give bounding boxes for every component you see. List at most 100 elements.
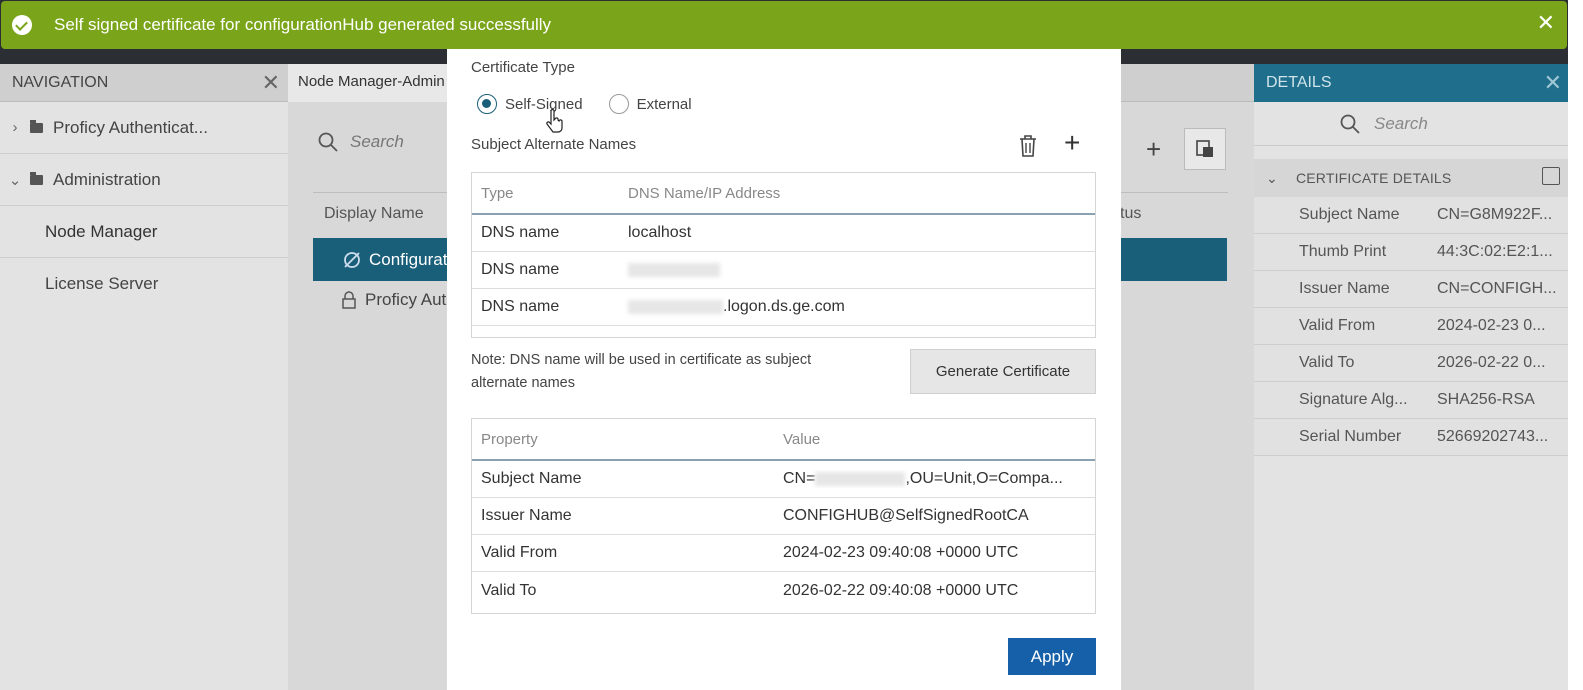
detail-row: Valid From 2024-02-23 0... [1254, 308, 1568, 345]
table-row-partial[interactable] [472, 326, 1095, 337]
generate-certificate-button[interactable]: Generate Certificate [910, 349, 1096, 394]
detail-value: 44:3C:02:E2:1... [1437, 243, 1553, 260]
nav-item-label: Node Manager [45, 221, 158, 241]
search-box[interactable]: Search [318, 132, 404, 152]
external-link-icon[interactable] [1542, 167, 1560, 185]
cell-dns [628, 261, 1095, 279]
radio-external-label[interactable]: External [637, 96, 692, 113]
navigation-header: NAVIGATION ✕ [0, 64, 288, 102]
navigation-panel: NAVIGATION ✕ › Proficy Authenticat... ⌄ … [0, 64, 288, 690]
detail-value: 2026-02-22 0... [1437, 354, 1546, 371]
search-input[interactable]: Search [1374, 114, 1428, 134]
cell-value: CN= ,OU=Unit,O=Compa... [783, 470, 1095, 488]
nav-item-node-manager[interactable]: Node Manager [0, 206, 288, 258]
close-icon[interactable]: ✕ [1544, 70, 1562, 96]
view-toggle-button[interactable] [1184, 128, 1226, 170]
detail-key: Valid To [1299, 354, 1355, 371]
cell-dns: .logon.ds.ge.com [628, 298, 1095, 316]
detail-key: Thumb Print [1299, 243, 1387, 260]
trash-icon[interactable] [1017, 134, 1039, 163]
dns-suffix: .logon.ds.ge.com [723, 298, 845, 315]
banner-message: Self signed certificate for configuratio… [54, 15, 552, 34]
tab-node-manager[interactable]: Node Manager-Admin [288, 64, 455, 102]
detail-value: SHA256-RSA [1437, 391, 1535, 408]
cell-value: 2026-02-22 09:40:08 +0000 UTC [783, 581, 1019, 599]
success-banner: Self signed certificate for configuratio… [1, 1, 1567, 49]
close-icon[interactable]: ✕ [262, 70, 280, 96]
subject-alternate-names-table: Type DNS Name/IP Address DNS name localh… [471, 172, 1096, 338]
chevron-down-icon[interactable]: ⌄ [1266, 170, 1278, 187]
detail-key: Issuer Name [1299, 280, 1390, 297]
details-header: DETAILS ✕ [1254, 64, 1568, 102]
radio-external[interactable] [608, 94, 629, 114]
certificate-type-radio-group: Self-Signed External [477, 94, 692, 114]
apply-button[interactable]: Apply [1008, 638, 1096, 675]
nav-item-administration[interactable]: ⌄ Administration [0, 154, 288, 206]
detail-key: Signature Alg... [1299, 391, 1408, 408]
chevron-down-icon[interactable]: ⌄ [0, 171, 30, 189]
table-header: Property Value [472, 419, 1095, 461]
detail-row: Thumb Print 44:3C:02:E2:1... [1254, 234, 1568, 271]
table-row[interactable]: DNS name .logon.ds.ge.com [472, 289, 1095, 326]
detail-value: 2024-02-23 0... [1437, 317, 1546, 334]
hand-cursor-icon [546, 109, 563, 133]
column-header-property: Property [481, 430, 538, 448]
column-header-display-name[interactable]: Display Name [324, 205, 424, 223]
table-row[interactable]: Proficy Aut [341, 290, 446, 310]
detail-key: Valid From [1299, 317, 1376, 334]
radio-self-signed[interactable] [477, 94, 497, 114]
nav-item-license-server[interactable]: License Server [0, 258, 288, 310]
certificate-type-label: Certificate Type [471, 59, 575, 76]
certificate-dialog: Certificate Type Self-Signed External Su… [447, 49, 1121, 690]
section-title: CERTIFICATE DETAILS [1295, 170, 1452, 186]
add-icon[interactable]: + [1064, 129, 1080, 157]
window-edge [1568, 0, 1583, 690]
column-header-status[interactable]: tus [1120, 205, 1141, 223]
note-text: Note: DNS name will be used in certifica… [471, 352, 812, 391]
column-header-type: Type [481, 184, 514, 202]
copy-icon [1196, 140, 1213, 157]
details-title: DETAILS [1266, 74, 1332, 91]
nav-item-proficy-authentication[interactable]: › Proficy Authenticat... [0, 102, 288, 154]
close-icon[interactable]: ✕ [1537, 11, 1555, 35]
table-header: Type DNS Name/IP Address [472, 173, 1095, 215]
nav-item-label: Administration [53, 169, 161, 189]
row-label: Configurat [369, 249, 448, 269]
redacted-hostname [628, 299, 723, 314]
detail-row: Issuer Name CN=CONFIGH... [1254, 271, 1568, 308]
details-panel: DETAILS ✕ Search ⌄ CERTIFICATE DETAILS S… [1254, 64, 1568, 690]
detail-row: Signature Alg... SHA256-RSA [1254, 382, 1568, 419]
navigation-title: NAVIGATION [12, 73, 109, 91]
chevron-right-icon[interactable]: › [0, 119, 30, 136]
certificate-details-section[interactable]: ⌄ CERTIFICATE DETAILS [1254, 159, 1568, 197]
table-row: Subject Name CN= ,OU=Unit,O=Compa... [472, 461, 1095, 498]
detail-key: Serial Number [1299, 428, 1402, 445]
table-row[interactable]: DNS name localhost [472, 215, 1095, 252]
radio-self-signed-label[interactable]: Self-Signed [505, 96, 583, 113]
cell-property: Valid From [481, 544, 558, 561]
cell-type: DNS name [481, 224, 560, 241]
cell-type: DNS name [481, 261, 560, 278]
column-header-value: Value [783, 430, 821, 448]
table-row[interactable]: DNS name [472, 252, 1095, 289]
folder-icon [30, 171, 43, 185]
cell-property: Issuer Name [481, 507, 572, 524]
detail-row: Serial Number 52669202743... [1254, 419, 1568, 456]
table-row: Issuer Name CONFIGHUB@SelfSignedRootCA [472, 498, 1095, 535]
cell-value: CONFIGHUB@SelfSignedRootCA [783, 507, 1029, 524]
column-header-dns: DNS Name/IP Address [628, 184, 781, 202]
folder-icon [30, 119, 43, 133]
check-circle-icon [12, 15, 32, 35]
cell-type: DNS name [481, 298, 560, 315]
details-search[interactable]: Search [1254, 102, 1568, 146]
cell-value: 2024-02-23 09:40:08 +0000 UTC [783, 544, 1019, 561]
search-icon [318, 132, 338, 152]
subject-prefix: CN= [783, 470, 816, 487]
cell-dns: localhost [628, 224, 692, 241]
detail-value: CN=CONFIGH... [1437, 280, 1557, 297]
subject-alternate-names-label: Subject Alternate Names [471, 136, 637, 153]
nav-item-label: Proficy Authenticat... [53, 117, 208, 137]
search-input[interactable]: Search [350, 132, 404, 152]
add-icon[interactable]: + [1146, 134, 1161, 165]
row-label: Proficy Aut [365, 290, 447, 309]
